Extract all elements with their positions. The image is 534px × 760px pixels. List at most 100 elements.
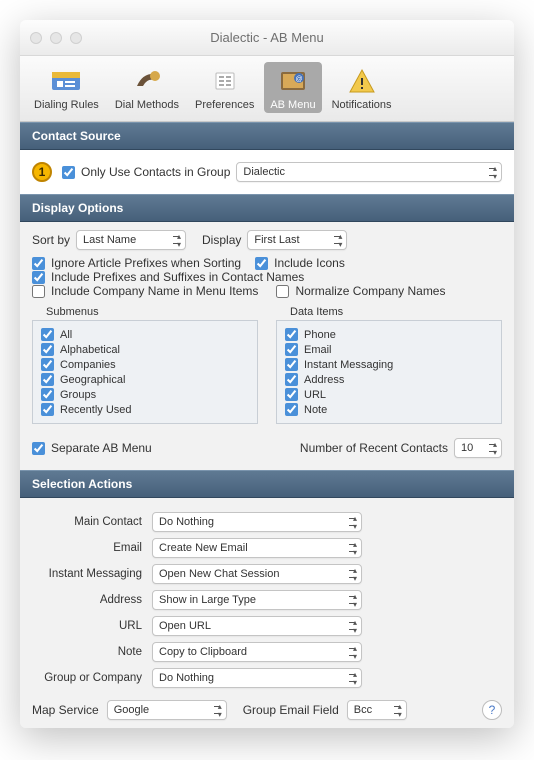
ignore-prefixes-checkbox[interactable] <box>32 257 45 270</box>
separate-ab-menu-checkbox[interactable] <box>32 442 45 455</box>
section-header-display-options: Display Options <box>20 194 514 222</box>
include-icons-label: Include Icons <box>274 256 345 270</box>
callout-badge: 1 <box>32 162 52 182</box>
select-value: Last Name <box>83 234 136 246</box>
select-value: First Last <box>254 234 299 246</box>
tab-label: AB Menu <box>270 99 315 111</box>
email-select[interactable]: Create New Email ▴▾ <box>152 538 362 558</box>
group-email-select[interactable]: Bcc ▴▾ <box>347 700 407 720</box>
section-header-contact-source: Contact Source <box>20 122 514 150</box>
data-item-checkbox[interactable] <box>285 388 298 401</box>
submenu-item-checkbox[interactable] <box>41 403 54 416</box>
include-icons-checkbox[interactable] <box>255 257 268 270</box>
normalize-names-label: Normalize Company Names <box>295 284 445 298</box>
recent-contacts-label: Number of Recent Contacts <box>300 441 448 455</box>
include-company-checkbox[interactable] <box>32 285 45 298</box>
tab-label: Preferences <box>195 99 254 111</box>
only-use-contacts-label: Only Use Contacts in Group <box>81 165 230 179</box>
chevron-updown-icon: ▴▾ <box>353 515 357 531</box>
list-item: Alphabetical <box>60 344 120 356</box>
chevron-updown-icon: ▴▾ <box>353 567 357 583</box>
select-value: 10 <box>461 442 473 454</box>
action-label: URL <box>32 620 142 632</box>
list-item: Companies <box>60 359 116 371</box>
data-items-header: Data Items <box>290 306 502 318</box>
chevron-updown-icon: ▴▾ <box>493 165 497 181</box>
data-item-checkbox[interactable] <box>285 328 298 341</box>
window-title: Dialectic - AB Menu <box>210 30 323 45</box>
select-value: Do Nothing <box>159 672 214 684</box>
tab-ab-menu[interactable]: @ AB Menu <box>264 62 321 113</box>
note-select[interactable]: Copy to Clipboard▴▾ <box>152 642 362 662</box>
submenu-item-checkbox[interactable] <box>41 343 54 356</box>
help-button[interactable]: ? <box>482 700 502 720</box>
list-item: Note <box>304 404 327 416</box>
data-item-checkbox[interactable] <box>285 403 298 416</box>
contacts-group-select[interactable]: Dialectic ▴▾ <box>236 162 502 182</box>
notifications-icon <box>341 64 383 98</box>
tab-dial-methods[interactable]: Dial Methods <box>109 62 185 113</box>
action-label: Main Contact <box>32 516 142 528</box>
list-item: All <box>60 329 72 341</box>
list-item: Phone <box>304 329 336 341</box>
submenu-item-checkbox[interactable] <box>41 328 54 341</box>
titlebar: Dialectic - AB Menu <box>20 20 514 56</box>
data-items-listbox: Phone Email Instant Messaging Address UR… <box>276 320 502 424</box>
select-value: Create New Email <box>159 542 248 554</box>
action-label: Instant Messaging <box>32 568 142 580</box>
action-label: Group or Company <box>32 672 142 684</box>
list-item: Groups <box>60 389 96 401</box>
only-use-contacts-checkbox[interactable] <box>62 166 75 179</box>
group-company-select[interactable]: Do Nothing ▴▾ <box>152 668 362 688</box>
ignore-prefixes-label: Ignore Article Prefixes when Sorting <box>51 256 241 270</box>
submenus-header: Submenus <box>46 306 258 318</box>
chevron-updown-icon: ▴▾ <box>493 441 497 457</box>
submenus-listbox: All Alphabetical Companies Geographical … <box>32 320 258 424</box>
data-item-checkbox[interactable] <box>285 343 298 356</box>
sort-by-select[interactable]: Last Name ▴▾ <box>76 230 186 250</box>
chevron-updown-icon: ▴▾ <box>177 233 181 249</box>
recent-contacts-select[interactable]: 10 ▴▾ <box>454 438 502 458</box>
select-value: Bcc <box>354 704 372 716</box>
map-service-label: Map Service <box>32 703 99 717</box>
url-select[interactable]: Open URL ▴▾ <box>152 616 362 636</box>
dialing-rules-icon <box>45 64 87 98</box>
tab-preferences[interactable]: Preferences <box>189 62 260 113</box>
include-prefixes-checkbox[interactable] <box>32 271 45 284</box>
address-select[interactable]: Show in Large Type▴▾ <box>152 590 362 610</box>
select-value: Show in Large Type <box>159 594 256 606</box>
display-select[interactable]: First Last ▴▾ <box>247 230 347 250</box>
display-label: Display <box>202 233 241 247</box>
map-service-select[interactable]: Google▴▾ <box>107 700 227 720</box>
data-item-checkbox[interactable] <box>285 373 298 386</box>
select-value: Open URL <box>159 620 211 632</box>
list-item: URL <box>304 389 326 401</box>
submenu-item-checkbox[interactable] <box>41 373 54 386</box>
list-item: Instant Messaging <box>304 359 393 371</box>
separate-ab-menu-label: Separate AB Menu <box>51 441 152 455</box>
data-item-checkbox[interactable] <box>285 358 298 371</box>
normalize-names-checkbox[interactable] <box>276 285 289 298</box>
main-contact-select[interactable]: Do Nothing▴▾ <box>152 512 362 532</box>
tab-notifications[interactable]: Notifications <box>326 62 398 113</box>
contact-source-panel: 1 Only Use Contacts in Group Dialectic ▴… <box>20 150 514 194</box>
list-item: Address <box>304 374 344 386</box>
chevron-updown-icon: ▴▾ <box>398 703 402 719</box>
tab-label: Notifications <box>332 99 392 111</box>
chevron-updown-icon: ▴▾ <box>353 671 357 687</box>
instant-messaging-select[interactable]: Open New Chat Session ▴▾ <box>152 564 362 584</box>
tab-label: Dialing Rules <box>34 99 99 111</box>
chevron-updown-icon: ▴▾ <box>353 619 357 635</box>
submenu-item-checkbox[interactable] <box>41 358 54 371</box>
chevron-updown-icon: ▴▾ <box>353 541 357 557</box>
submenu-item-checkbox[interactable] <box>41 388 54 401</box>
zoom-icon[interactable] <box>70 32 82 44</box>
list-item: Email <box>304 344 332 356</box>
select-value: Open New Chat Session <box>159 568 279 580</box>
close-icon[interactable] <box>30 32 42 44</box>
minimize-icon[interactable] <box>50 32 62 44</box>
tab-dialing-rules[interactable]: Dialing Rules <box>28 62 105 113</box>
sort-by-label: Sort by <box>32 233 70 247</box>
action-label: Note <box>32 646 142 658</box>
chevron-updown-icon: ▴▾ <box>353 645 357 661</box>
